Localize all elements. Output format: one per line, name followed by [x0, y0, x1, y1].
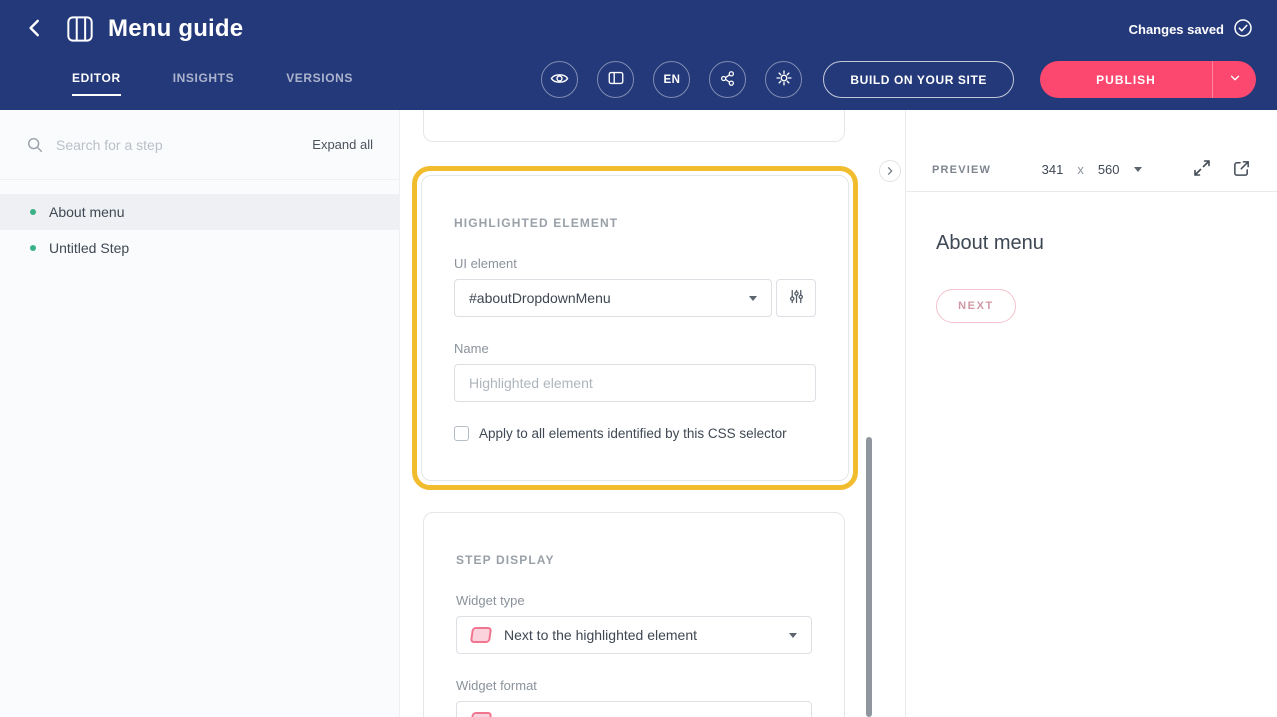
step-item-about-menu[interactable]: About menu	[0, 194, 399, 230]
preview-step-title: About menu	[936, 232, 1247, 255]
publish-dropdown-button[interactable]	[1212, 61, 1256, 98]
eye-icon	[550, 69, 569, 91]
preview-eye-button[interactable]	[541, 61, 578, 98]
highlighted-card-ring: HIGHLIGHTED ELEMENT UI element #aboutDro…	[412, 166, 858, 490]
external-link-icon	[1232, 159, 1251, 181]
widget-type-label: Widget type	[456, 593, 812, 608]
collapse-preview-button[interactable]	[879, 160, 901, 182]
chevron-down-icon	[1134, 167, 1142, 172]
topbar-title-row: Menu guide Changes saved	[0, 0, 1277, 58]
ui-element-row: #aboutDropdownMenu	[454, 279, 816, 317]
widget-format-select[interactable]	[456, 701, 812, 717]
preview-panel: PREVIEW 341 x 560 About menu NEXT	[905, 110, 1277, 717]
preview-width-value: 341	[1042, 162, 1064, 177]
share-button[interactable]	[709, 61, 746, 98]
step-search-row: Expand all	[0, 110, 399, 180]
tooltip-widget-icon	[470, 712, 492, 717]
step-item-label: Untitled Step	[49, 240, 129, 256]
highlighted-element-name-input[interactable]	[454, 364, 816, 402]
language-label: EN	[664, 74, 681, 86]
tab-versions[interactable]: VERSIONS	[286, 71, 353, 96]
fullscreen-preview-button[interactable]	[1192, 158, 1212, 181]
ui-element-select[interactable]: #aboutDropdownMenu	[454, 279, 772, 317]
chevron-down-icon	[1228, 71, 1242, 88]
name-label: Name	[454, 341, 816, 356]
widget-type-value: Next to the highlighted element	[504, 627, 789, 643]
tab-editor[interactable]: EDITOR	[72, 71, 121, 96]
publish-group: PUBLISH	[1040, 61, 1256, 98]
layout-panel-icon	[607, 69, 625, 90]
guide-type-icon	[66, 15, 94, 43]
widget-type-select[interactable]: Next to the highlighted element	[456, 616, 812, 654]
chevron-right-icon	[885, 164, 895, 179]
publish-button[interactable]: PUBLISH	[1040, 61, 1212, 98]
highlighted-element-card: HIGHLIGHTED ELEMENT UI element #aboutDro…	[421, 175, 849, 481]
changes-saved-status: Changes saved	[1129, 18, 1253, 41]
preview-height-value: 560	[1098, 162, 1120, 177]
widget-type-row: Next to the highlighted element	[456, 616, 812, 654]
preview-size-select[interactable]: 341 x 560	[1042, 162, 1142, 177]
step-display-card: STEP DISPLAY Widget type Next to the hig…	[423, 512, 845, 717]
language-button[interactable]: EN	[653, 61, 690, 98]
sliders-icon	[788, 288, 805, 308]
check-circle-icon	[1233, 18, 1253, 41]
chevron-left-icon	[24, 17, 46, 42]
expand-arrows-icon	[1192, 158, 1212, 181]
card-title: HIGHLIGHTED ELEMENT	[454, 216, 816, 230]
topbar-actions: EN BUILD ON YOUR SITE PUBLISH	[541, 61, 1256, 98]
gear-icon	[775, 69, 793, 90]
guide-title: Menu guide	[108, 15, 243, 43]
editor-scrollbar[interactable]	[866, 437, 872, 717]
open-in-new-window-button[interactable]	[1232, 159, 1251, 181]
apply-all-checkbox[interactable]	[454, 426, 469, 441]
selector-settings-button[interactable]	[776, 279, 816, 317]
preview-header-icons	[1192, 158, 1251, 181]
previous-settings-card	[423, 110, 845, 142]
preview-body: About menu NEXT	[906, 192, 1277, 363]
step-status-dot	[30, 245, 36, 251]
search-icon	[26, 136, 44, 154]
size-separator: x	[1077, 162, 1084, 177]
widget-format-label: Widget format	[456, 678, 812, 693]
tab-insights[interactable]: INSIGHTS	[173, 71, 234, 96]
expand-all-link[interactable]: Expand all	[312, 137, 373, 152]
preview-title: PREVIEW	[932, 164, 991, 176]
settings-button[interactable]	[765, 61, 802, 98]
step-item-label: About menu	[49, 204, 125, 220]
share-icon	[719, 70, 736, 90]
ui-element-label: UI element	[454, 256, 816, 271]
step-editor-area: HIGHLIGHTED ELEMENT UI element #aboutDro…	[400, 110, 905, 717]
apply-all-label: Apply to all elements identified by this…	[479, 426, 787, 441]
changes-saved-label: Changes saved	[1129, 22, 1224, 37]
preview-next-button[interactable]: NEXT	[936, 289, 1016, 323]
widget-format-row	[456, 701, 812, 717]
card-title: STEP DISPLAY	[456, 553, 812, 567]
tooltip-widget-icon	[470, 627, 492, 643]
topbar-tabs-row: EDITOR INSIGHTS VERSIONS EN	[0, 58, 1277, 110]
preview-header: PREVIEW 341 x 560	[906, 148, 1277, 192]
layout-panel-button[interactable]	[597, 61, 634, 98]
step-search-input[interactable]	[56, 137, 300, 153]
chevron-down-icon	[749, 296, 757, 301]
steps-sidebar: Expand all About menu Untitled Step	[0, 110, 400, 717]
apply-all-row[interactable]: Apply to all elements identified by this…	[454, 426, 816, 441]
build-on-your-site-button[interactable]: BUILD ON YOUR SITE	[823, 61, 1014, 98]
chevron-down-icon	[789, 633, 797, 638]
ui-element-value: #aboutDropdownMenu	[469, 290, 749, 306]
step-list: About menu Untitled Step	[0, 194, 399, 266]
back-button[interactable]	[24, 17, 46, 42]
topbar: Menu guide Changes saved EDITOR INSIGHTS…	[0, 0, 1277, 110]
step-item-untitled-step[interactable]: Untitled Step	[0, 230, 399, 266]
step-status-dot	[30, 209, 36, 215]
